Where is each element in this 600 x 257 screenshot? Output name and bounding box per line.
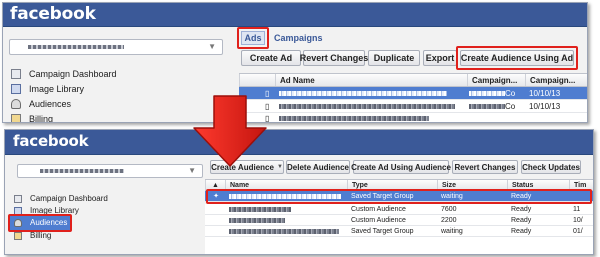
account-dropdown[interactable]: ▼ [9,39,223,55]
campaign-suffix: Co [505,101,516,111]
audience-name-redacted [225,226,347,236]
sidebar-item-label: Campaign Dashboard [30,194,108,203]
table-header-campaign-1[interactable]: Campaign... [467,74,525,86]
create-ad-button[interactable]: Create Ad [241,50,301,66]
redacted-text [229,217,285,223]
audience-time: 01/ [573,227,583,235]
chevron-down-icon: ▼ [208,42,216,51]
delete-audience-button[interactable]: Delete Audience [286,160,350,174]
duplicate-button[interactable]: Duplicate [368,50,420,66]
account-name-redacted [40,169,124,173]
table-row[interactable]: Custom Audience 7600 Ready 11 [205,204,593,215]
audience-name-redacted [225,215,347,225]
sidebar-item-label: Billing [29,114,54,123]
table-row[interactable]: Custom Audience 2200 Ready 10/ [205,215,593,226]
audience-size: 2200 [441,216,457,224]
audience-status: Ready [511,205,532,213]
campaign-suffix [465,113,527,122]
table-header-campaign-2[interactable]: Campaign... [525,74,587,86]
audience-name-redacted [225,204,347,214]
sidebar-item-label: Image Library [29,84,85,94]
create-ad-using-audience-button[interactable]: Create Ad Using Audience [351,160,451,174]
sidebar-item-campaign-dashboard[interactable]: Campaign Dashboard [11,69,117,79]
table-row[interactable]: Saved Target Group waiting Ready 01/ [205,226,593,237]
selected-audience-highlight-box [206,189,592,204]
check-updates-button[interactable]: Check Updates [521,160,581,174]
export-button[interactable]: Export [423,50,457,66]
ads-table-header: Ad Name Campaign... Campaign... [239,73,587,87]
chevron-down-icon: ▼ [276,164,283,170]
sidebar-item-billing[interactable]: Billing [14,231,51,240]
sidebar-item-campaign-dashboard[interactable]: Campaign Dashboard [14,194,108,203]
table-row[interactable]: ▯ Co 10/10/13 [239,100,587,113]
table-row[interactable]: ▯ Co 10/10/13 [239,87,587,100]
sidebar-item-audiences[interactable]: Audiences [11,99,71,109]
image-library-icon [11,84,21,94]
sidebar-item-image-library[interactable]: Image Library [11,84,84,94]
billing-icon [14,231,22,240]
facebook-logo: facebook [13,132,89,150]
down-arrow-icon [193,95,267,167]
audience-type: Custom Audience [351,205,406,213]
redacted-text [279,90,447,96]
sidebar-item-label: Campaign Dashboard [29,69,117,79]
redacted-text [469,90,505,96]
redacted-text [229,228,339,234]
campaign-date: 10/10/13 [529,88,561,98]
redacted-text [279,103,455,109]
facebook-logo: facebook [10,4,96,24]
sidebar-item-label: Billing [30,231,52,240]
audience-type: Custom Audience [351,216,406,224]
table-empty-area [205,237,593,254]
account-name-redacted [28,45,124,49]
campaign-cell: Co [465,100,527,112]
audience-time: 11 [573,205,581,213]
sidebar-item-label: Audiences [29,99,72,109]
billing-icon [11,114,21,122]
revert-changes-button[interactable]: Revert Changes [300,50,368,66]
audience-size: waiting [441,227,463,235]
dashboard-icon [14,194,22,203]
campaigns-breadcrumb-link[interactable]: Campaigns [274,33,323,43]
redacted-text [469,103,505,109]
ads-manager-screenshot: facebook ▼ Campaign Dashboard Image Libr… [2,2,588,123]
account-dropdown[interactable]: ▼ [17,164,203,178]
audiences-highlight-box [8,214,72,232]
ad-name-redacted [275,113,475,122]
audience-time: 10/ [573,216,583,224]
campaign-date [525,113,587,122]
dashboard-icon [11,69,21,79]
table-header-ad-name[interactable]: Ad Name [275,74,467,86]
revert-changes-button[interactable]: Revert Changes [452,160,518,174]
audience-status: Ready [511,227,532,235]
facebook-header-bar: facebook [5,130,593,155]
ads-highlight-box [237,27,269,49]
redacted-text [279,115,429,121]
audience-size: 7600 [441,205,457,213]
campaign-date: 10/10/13 [529,101,561,111]
table-row[interactable]: ▯ [239,113,587,122]
campaign-suffix: Co [505,88,516,98]
create-audience-using-ad-highlight-box [456,46,578,70]
audience-status: Ready [511,216,532,224]
sidebar-item-billing[interactable]: Billing [11,114,54,123]
audiences-icon [11,99,21,109]
campaign-cell: Co [465,87,527,99]
ad-name-redacted [275,100,475,112]
audiences-screenshot: facebook ▼ Campaign Dashboard Image Libr… [4,129,594,255]
redacted-text [229,206,291,212]
facebook-header-bar: facebook [3,3,587,27]
ad-name-redacted [275,87,475,99]
table-header-checkbox-column [239,74,275,86]
audience-type: Saved Target Group [351,227,414,235]
